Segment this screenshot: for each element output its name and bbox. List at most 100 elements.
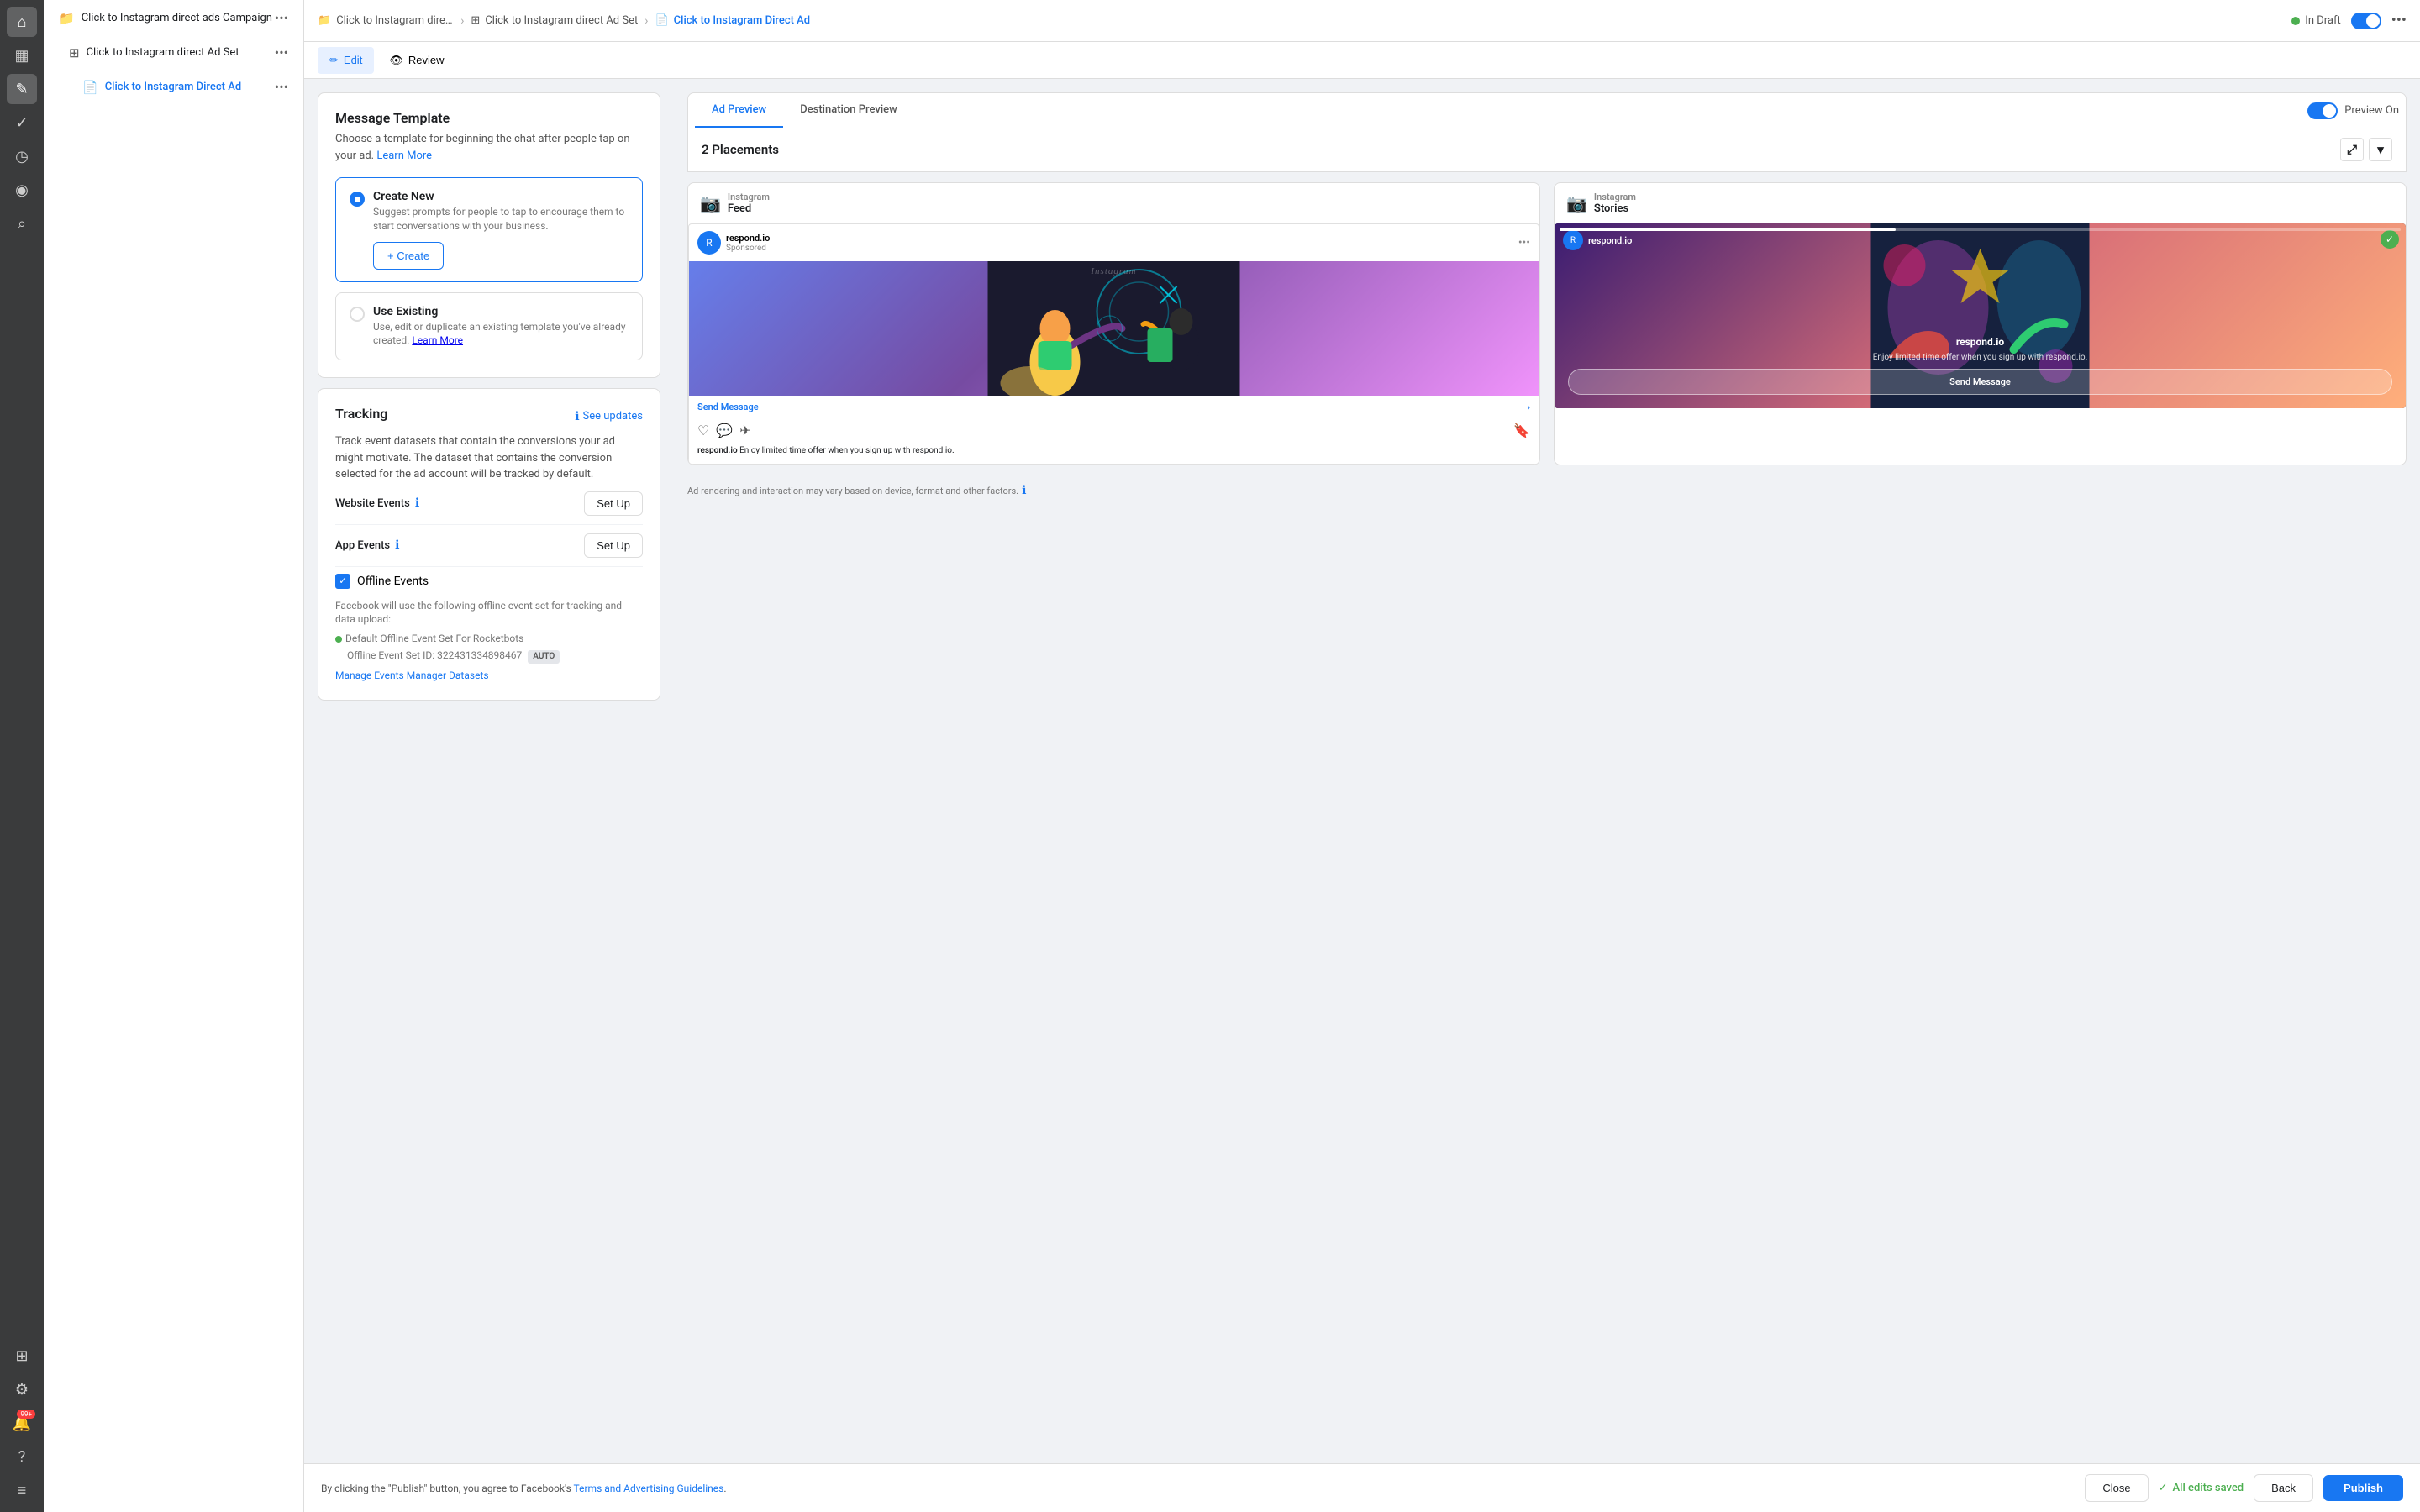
edit-label: Edit (344, 54, 362, 66)
preview-footer-info[interactable]: ℹ (1022, 484, 1026, 497)
placements-header: 2 Placements ⤢ ▾ (687, 128, 2407, 172)
ads-breadcrumb-label: Click to Instagram direct ads ... (336, 14, 454, 27)
ad-icon: 📄 (82, 80, 98, 95)
offline-events-checkbox[interactable]: ✓ (335, 574, 350, 589)
help-icon[interactable]: ? (7, 1441, 37, 1472)
edit-icon[interactable]: ✎ (7, 74, 37, 104)
ig-send-msg-arrow: › (1528, 402, 1530, 412)
nav-item-ad[interactable]: 📄 Click to Instagram Direct Ad ••• (49, 71, 298, 103)
adset-breadcrumb-icon: ⊞ (471, 14, 480, 27)
nav-item-adset[interactable]: ⊞ Click to Instagram direct Ad Set ••• (49, 36, 298, 69)
edit-button[interactable]: ✏ Edit (318, 47, 374, 74)
ad-more-icon[interactable]: ••• (275, 79, 288, 95)
offline-set-id-value: 322431334898467 (437, 649, 522, 661)
ig-feed-more-icon[interactable]: ••• (1518, 236, 1530, 249)
draft-label: In Draft (2305, 14, 2340, 27)
clock-icon[interactable]: ◷ (7, 141, 37, 171)
website-events-setup-button[interactable]: Set Up (584, 491, 643, 516)
use-existing-option[interactable]: Use Existing Use, edit or duplicate an e… (335, 292, 643, 361)
search-icon[interactable]: ⌕ (7, 208, 37, 239)
review-button[interactable]: 👁 Review (377, 47, 455, 74)
breadcrumb-sep-2: › (644, 14, 648, 28)
ig-stories-mock: R respond.io ✕ ✓ (1555, 223, 2406, 408)
destination-preview-tab[interactable]: Destination Preview (783, 93, 914, 128)
message-template-learn-more[interactable]: Learn More (376, 150, 432, 162)
message-template-card: Message Template Choose a template for b… (318, 92, 660, 378)
create-button[interactable]: + Create (373, 242, 444, 270)
draft-toggle[interactable] (2351, 13, 2381, 29)
expand-icon[interactable]: ⤢ (2340, 138, 2364, 161)
close-button[interactable]: Close (2085, 1474, 2148, 1502)
terms-link[interactable]: Terms and Advertising Guidelines (574, 1483, 724, 1494)
adset-more-icon[interactable]: ••• (275, 45, 288, 60)
settings-icon[interactable]: ⚙ (7, 1374, 37, 1404)
bottom-footer: By clicking the "Publish" button, you ag… (304, 1463, 2420, 1512)
offline-green-dot (335, 636, 342, 643)
use-existing-radio[interactable] (350, 307, 365, 322)
ig-feed-user: R respond.io Sponsored (697, 231, 770, 255)
use-existing-desc: Use, edit or duplicate an existing templ… (373, 320, 629, 349)
ig-send-msg-label: Send Message (697, 402, 759, 412)
back-button[interactable]: Back (2254, 1474, 2313, 1502)
ig-save-icon[interactable]: 🔖 (1513, 423, 1530, 438)
more-options-icon[interactable]: ••• (2391, 12, 2407, 29)
ig-feed-top: R respond.io Sponsored ••• (689, 224, 1539, 261)
manage-events-link[interactable]: Manage Events Manager Datasets (335, 669, 489, 681)
person-icon[interactable]: ◉ (7, 175, 37, 205)
ig-account-name: respond.io (697, 446, 738, 455)
notification-icon[interactable]: 🔔 99+ (7, 1408, 37, 1438)
chart-icon[interactable]: ▦ (7, 40, 37, 71)
ig-share-icon[interactable]: ✈ (739, 423, 750, 438)
home-icon[interactable]: ⌂ (7, 7, 37, 37)
ig-heart-icon[interactable]: ♡ (697, 423, 709, 438)
collapse-icon[interactable]: ▾ (2369, 138, 2392, 161)
preview-on-switch[interactable] (2307, 102, 2338, 119)
adset-breadcrumb-label: Click to Instagram direct Ad Set (485, 14, 638, 27)
instagram-feed-icon: 📷 (700, 193, 721, 213)
preview-footer: Ad rendering and interaction may vary ba… (687, 475, 2407, 506)
tracking-card: Tracking ℹ See updates Track event datas… (318, 388, 660, 701)
ig-caption: respond.io Enjoy limited time offer when… (689, 442, 1539, 464)
ig-comment-icon[interactable]: 💬 (716, 423, 733, 438)
breadcrumb-ads[interactable]: 📁 Click to Instagram direct ads ... (318, 14, 454, 27)
ig-feed-image: Instagram (689, 261, 1539, 396)
terms-text: By clicking the "Publish" button, you ag… (321, 1483, 571, 1494)
use-existing-label: Use Existing (373, 305, 629, 318)
app-events-row: App Events ℹ Set Up (335, 525, 643, 567)
breadcrumb-ad[interactable]: 📄 Click to Instagram Direct Ad (655, 14, 810, 27)
instagram-stories-card: 📷 Instagram Stories (1554, 182, 2407, 465)
breadcrumb-bar: 📁 Click to Instagram direct ads ... › ⊞ … (304, 0, 2420, 42)
breadcrumb-adset[interactable]: ⊞ Click to Instagram direct Ad Set (471, 14, 638, 27)
publish-button[interactable]: Publish (2323, 1475, 2403, 1501)
campaign-more-icon[interactable]: ••• (275, 10, 288, 26)
check-icon[interactable]: ✓ (7, 108, 37, 138)
instagram-stories-icon: 📷 (1566, 193, 1587, 213)
app-events-info[interactable]: ℹ (395, 538, 399, 552)
stories-send-msg-button[interactable]: Send Message (1568, 369, 2392, 395)
table-icon[interactable]: ≡ (7, 1475, 37, 1505)
see-updates-link[interactable]: ℹ See updates (575, 410, 643, 423)
website-events-row: Website Events ℹ Set Up (335, 483, 643, 525)
stories-placement-label: 📷 Instagram Stories (1555, 183, 2406, 223)
use-existing-learn-more[interactable]: Learn More (412, 334, 463, 346)
ig-send-msg-bar[interactable]: Send Message › (689, 396, 1539, 417)
stories-progress-bar (1560, 228, 2401, 231)
message-template-title: Message Template (335, 110, 643, 126)
saved-checkmark-icon: ✓ (2159, 1482, 2168, 1494)
create-new-radio[interactable] (350, 192, 365, 207)
template-options: Create New Suggest prompts for people to… (335, 177, 643, 360)
preview-tabs-bar: Ad Preview Destination Preview Preview O… (687, 92, 2407, 128)
breadcrumb-sep-1: › (460, 14, 464, 28)
website-events-info[interactable]: ℹ (415, 496, 419, 510)
preview-footer-text: Ad rendering and interaction may vary ba… (687, 486, 1018, 496)
icon-sidebar: ⌂ ▦ ✎ ✓ ◷ ◉ ⌕ ⊞ ⚙ 🔔 99+ ? ≡ (0, 0, 44, 1512)
create-new-option[interactable]: Create New Suggest prompts for people to… (335, 177, 643, 282)
see-updates-label[interactable]: See updates (583, 410, 643, 423)
placements-grid: 📷 Instagram Feed R respond.io (687, 182, 2407, 465)
app-events-setup-button[interactable]: Set Up (584, 533, 643, 558)
grid-icon[interactable]: ⊞ (7, 1341, 37, 1371)
ad-preview-tab[interactable]: Ad Preview (695, 93, 783, 128)
form-panel: Message Template Choose a template for b… (304, 79, 674, 1463)
nav-item-campaign[interactable]: 📁 Click to Instagram direct ads Campaign… (49, 2, 298, 34)
ads-breadcrumb-icon: 📁 (318, 14, 331, 27)
